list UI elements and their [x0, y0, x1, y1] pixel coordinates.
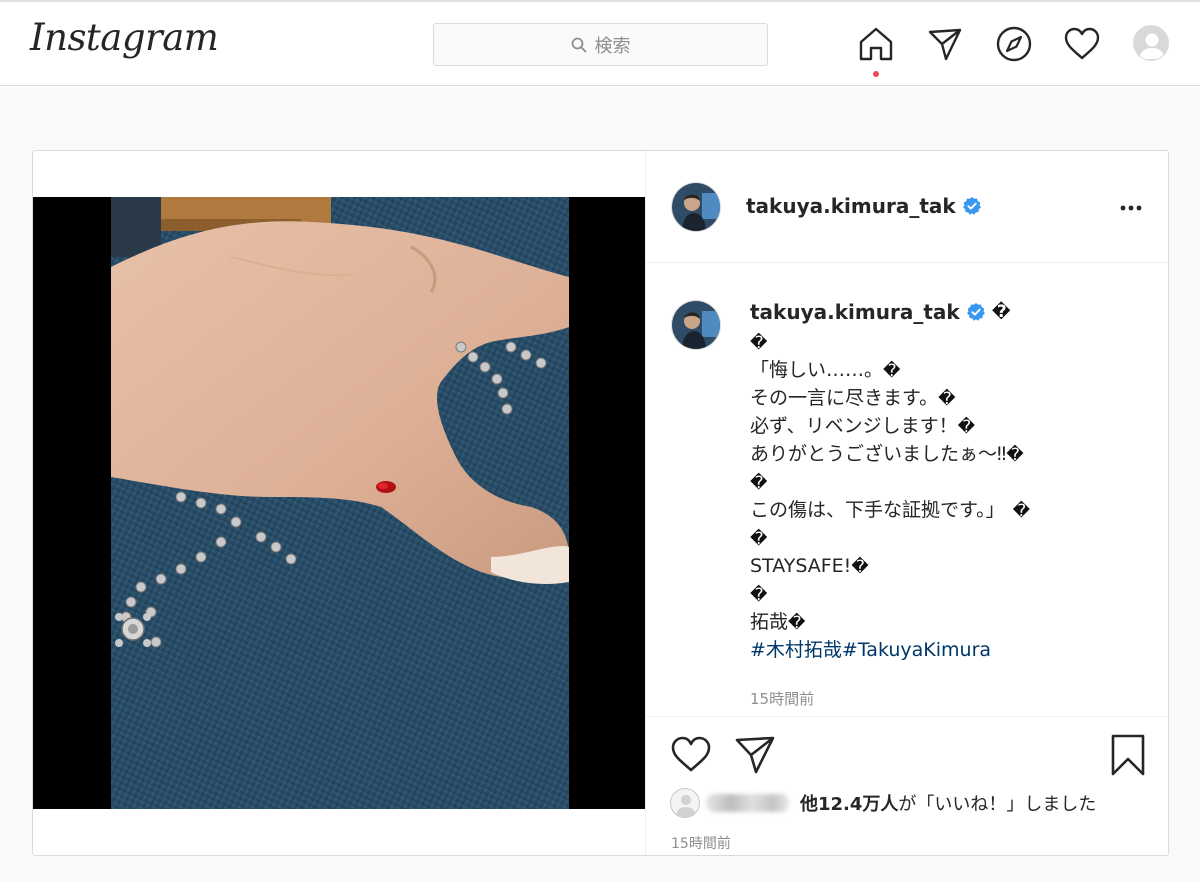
unknown-glyph: � — [957, 417, 976, 437]
unknown-glyph: � — [991, 302, 1011, 322]
caption-avatar-image — [672, 301, 720, 349]
caption-line: STAYSAFE!� — [750, 552, 869, 581]
browser-edge-line — [0, 0, 1200, 2]
caption-text: この傷は、下手な証拠です。」 — [750, 499, 1005, 521]
caption-line: � — [750, 580, 767, 609]
verified-badge-icon — [962, 197, 981, 215]
like-heart-icon[interactable] — [670, 734, 712, 776]
caption-timestamp: 15時間前 — [750, 690, 815, 708]
caption-author-avatar[interactable] — [671, 300, 721, 350]
caption-text: STAYSAFE! — [750, 555, 852, 577]
blurred-liker-name — [706, 794, 790, 812]
caption-line: この傷は、下手な証拠です。」 � — [750, 496, 1030, 525]
username-text[interactable]: takuya.kimura_tak — [746, 194, 956, 218]
unknown-glyph: � — [750, 473, 768, 493]
hand-photo — [111, 197, 569, 809]
activity-heart-icon[interactable] — [1063, 25, 1101, 63]
caption-username[interactable]: takuya.kimura_tak � — [750, 300, 1011, 324]
caption-text: 拓哉 — [750, 611, 789, 633]
home-icon[interactable] — [857, 25, 895, 63]
liker-avatar-icon — [675, 795, 697, 817]
unknown-glyph: � — [1012, 501, 1031, 521]
explore-compass-icon[interactable] — [995, 25, 1033, 63]
likes-suffix: が「いいね！」しました — [898, 794, 1097, 815]
post-image-frame[interactable] — [33, 197, 645, 809]
caption-section: takuya.kimura_tak � � 「悔しい……。� その一言に尽きます… — [646, 264, 1168, 716]
more-options-icon[interactable] — [1116, 193, 1146, 223]
author-avatar-image — [672, 183, 720, 231]
likes-count[interactable]: 他12.4万人 — [800, 790, 898, 816]
caption-text: その一言に尽きます。 — [750, 387, 939, 409]
caption-username-text[interactable]: takuya.kimura_tak — [750, 300, 960, 324]
notification-dot — [873, 71, 879, 77]
save-bookmark-icon[interactable] — [1107, 734, 1149, 776]
top-navigation-bar: Instagram 検索 — [0, 0, 1200, 86]
post-media-area — [33, 151, 645, 855]
caption-line: � — [750, 468, 767, 497]
post-actions: 他12.4万人 が「いいね！」しました 15時間前 — [646, 716, 1168, 855]
likes-summary[interactable]: 他12.4万人 が「いいね！」しました — [670, 787, 1150, 819]
post-photo-hand — [111, 197, 569, 809]
caption-line: 拓哉� — [750, 608, 805, 637]
caption-line: ありがとうございましたぁ〜‼︎� — [750, 440, 1024, 469]
caption-line: 「悔しい……。� — [750, 356, 900, 385]
unknown-glyph: � — [750, 333, 768, 353]
direct-message-icon[interactable] — [926, 25, 964, 63]
hashtag-link[interactable]: #木村拓哉#TakuyaKimura — [750, 636, 991, 664]
unknown-glyph: � — [750, 529, 768, 549]
caption-line: その一言に尽きます。� — [750, 384, 956, 413]
post-sidebar: takuya.kimura_tak takuya.kimura_tak � � … — [645, 151, 1168, 855]
caption-line: 必ず、リベンジします！� — [750, 412, 975, 441]
caption-text: 必ず、リベンジします！ — [750, 415, 958, 437]
caption-text: ありがとうございましたぁ〜‼︎ — [750, 443, 1007, 465]
caption-line: � — [750, 328, 767, 357]
post-timestamp[interactable]: 15時間前 — [671, 833, 731, 853]
unknown-glyph: � — [883, 361, 901, 381]
unknown-glyph: � — [1006, 445, 1024, 465]
unknown-glyph: � — [788, 613, 806, 633]
unknown-glyph: � — [851, 557, 869, 577]
author-avatar[interactable] — [671, 182, 721, 232]
post-header: takuya.kimura_tak — [646, 151, 1168, 263]
nav-icon-group — [0, 25, 1200, 75]
unknown-glyph: � — [750, 585, 768, 605]
caption-verified-badge-icon — [966, 303, 985, 321]
liker-avatar[interactable] — [670, 788, 700, 818]
profile-avatar[interactable] — [1133, 25, 1169, 61]
unknown-glyph: � — [938, 389, 956, 409]
caption-text: 「悔しい……。 — [750, 359, 884, 381]
share-direct-icon[interactable] — [734, 734, 776, 776]
caption-line: � — [750, 524, 767, 553]
author-username[interactable]: takuya.kimura_tak — [746, 194, 982, 218]
post-card: takuya.kimura_tak takuya.kimura_tak � � … — [32, 150, 1169, 856]
